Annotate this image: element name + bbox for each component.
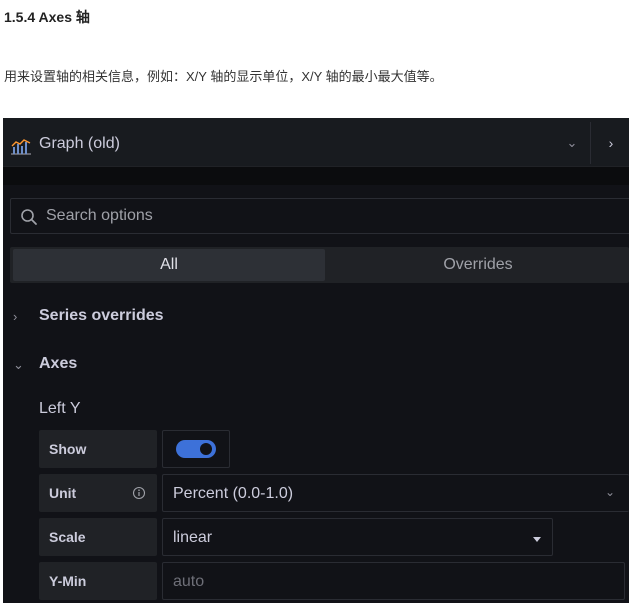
y-min-label-text: Y-Min [49, 573, 87, 589]
info-icon[interactable] [132, 486, 146, 500]
section-axes[interactable]: ⌄ Axes [3, 351, 629, 381]
show-label: Show [39, 430, 157, 468]
section-series-overrides[interactable]: › Series overrides [3, 303, 629, 333]
chevron-right-icon: › [13, 309, 18, 324]
unit-label-text: Unit [49, 485, 77, 501]
show-toggle-container [162, 430, 230, 468]
show-toggle[interactable] [176, 440, 216, 458]
chevron-right-icon[interactable]: › [601, 132, 621, 154]
doc-title: 1.5.4 Axes 轴 [4, 9, 90, 25]
doc-description: 用来设置轴的相关信息，例如：X/Y 轴的显示单位，X/Y 轴的最小最大值等。 [4, 69, 443, 84]
section-label: Series overrides [39, 307, 164, 324]
scale-label-text: Scale [49, 529, 86, 545]
unit-label: Unit [39, 474, 157, 512]
tab-overrides[interactable]: Overrides [328, 249, 628, 281]
scale-select[interactable]: linear [162, 518, 553, 556]
scale-value: linear [173, 529, 213, 546]
search-box[interactable] [10, 198, 629, 234]
unit-value: Percent (0.0-1.0) [173, 485, 294, 502]
chevron-down-icon: ⌄ [13, 357, 24, 372]
graph-icon [11, 139, 31, 155]
search-icon [21, 209, 37, 225]
y-min-placeholder: auto [173, 573, 205, 590]
left-y-heading: Left Y [39, 400, 81, 417]
chevron-down-icon[interactable]: ⌄ [561, 132, 583, 154]
chevron-down-icon: ⌄ [605, 485, 616, 499]
tab-all[interactable]: All [13, 249, 325, 281]
y-min-input[interactable]: auto [162, 562, 625, 600]
scale-label: Scale [39, 518, 157, 556]
caret-down-icon [533, 537, 541, 542]
unit-select[interactable]: Percent (0.0-1.0) ⌄ [162, 474, 629, 512]
options-tabs: All Overrides [10, 247, 629, 283]
show-label-text: Show [49, 441, 87, 457]
panel-editor: Graph (old) ⌄ › All Overrides › Series o… [3, 118, 629, 603]
toggle-knob [200, 443, 212, 455]
visualization-picker[interactable]: Graph (old) ⌄ › [3, 118, 629, 167]
y-min-label: Y-Min [39, 562, 157, 600]
visualization-title: Graph (old) [39, 135, 120, 152]
divider [590, 122, 591, 164]
search-input[interactable] [46, 205, 606, 227]
header-strip [3, 167, 629, 185]
section-label: Axes [39, 355, 78, 372]
